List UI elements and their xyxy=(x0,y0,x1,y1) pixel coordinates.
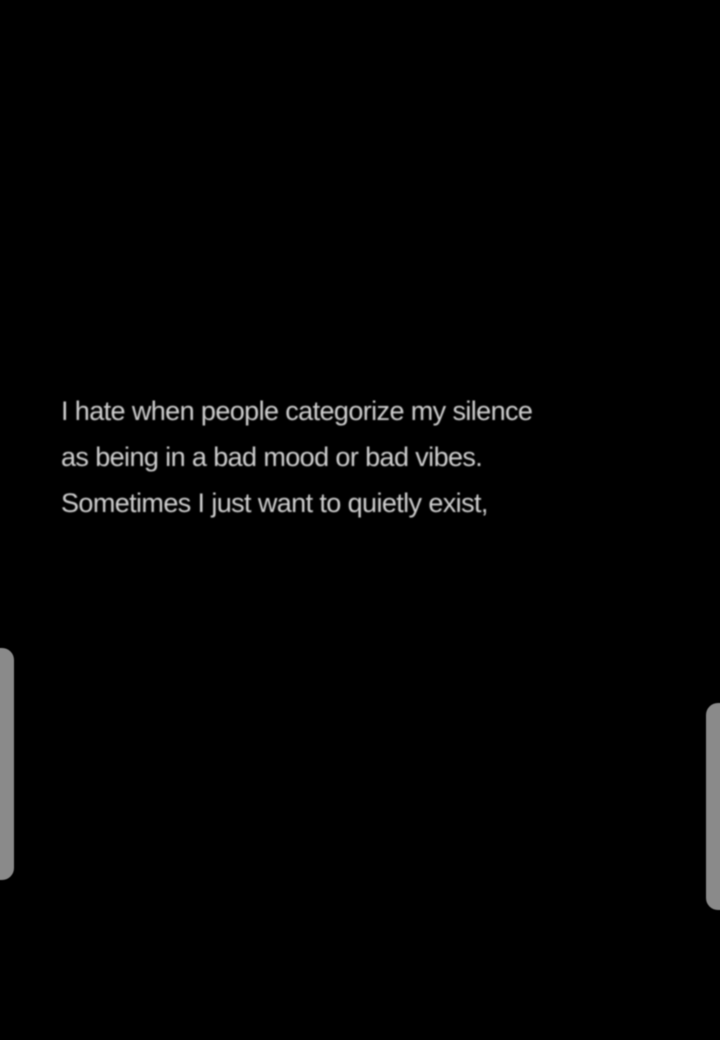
story-screen: I hate when people categorize my silence… xyxy=(0,0,720,1040)
quote-line-1: I hate when people categorize my silence xyxy=(61,396,533,426)
quote-line-2: as being in a bad mood or bad vibes. xyxy=(61,442,483,472)
left-edge-handle[interactable] xyxy=(0,648,14,880)
right-edge-handle[interactable] xyxy=(706,703,720,910)
quote-line-3: Sometimes I just want to quietly exist, xyxy=(61,488,488,518)
quote-text: I hate when people categorize my silence… xyxy=(61,388,681,526)
